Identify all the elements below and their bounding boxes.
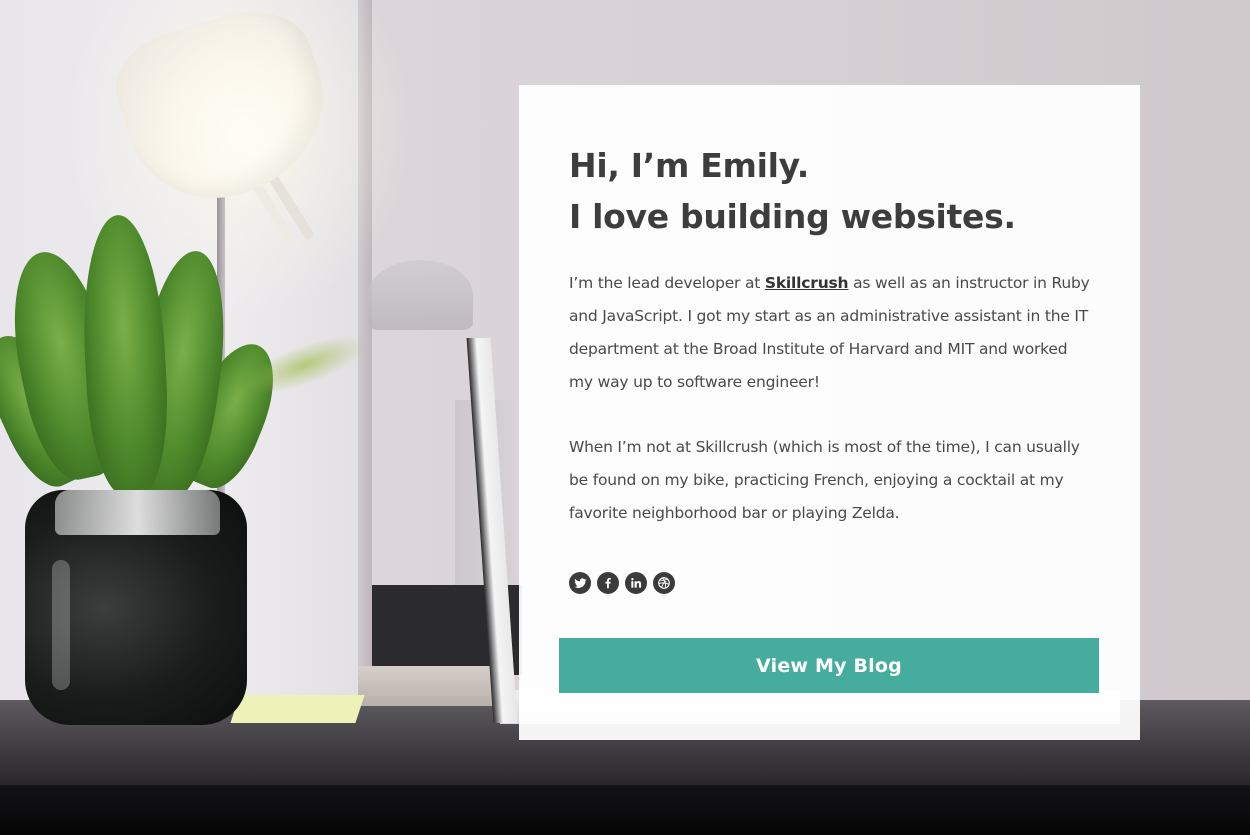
twitter-icon[interactable] (569, 572, 591, 594)
headline-line-2: I love building websites. (569, 197, 1016, 236)
background-lamp (368, 260, 473, 330)
bio-text: I’m the lead developer at (569, 274, 765, 292)
view-blog-button[interactable]: View My Blog (559, 638, 1099, 693)
dribbble-icon[interactable] (653, 572, 675, 594)
intro-card: Hi, I’m Emily. I love building websites.… (519, 85, 1140, 740)
box (358, 666, 508, 706)
bio-paragraph-2: When I’m not at Skillcrush (which is mos… (569, 438, 1080, 522)
facebook-icon[interactable] (597, 572, 619, 594)
bio-paragraph-1: I’m the lead developer at Skillcrush as … (569, 267, 1090, 399)
skillcrush-link[interactable]: Skillcrush (765, 274, 849, 292)
desk-edge (0, 785, 1250, 835)
social-links (569, 572, 1090, 594)
linkedin-icon[interactable] (625, 572, 647, 594)
jar-highlight (52, 560, 70, 690)
headline-line-1: Hi, I’m Emily. (569, 146, 810, 185)
page-title: Hi, I’m Emily. I love building websites. (569, 140, 1090, 242)
sticky-notes (230, 695, 365, 723)
jar-rim (55, 490, 220, 535)
